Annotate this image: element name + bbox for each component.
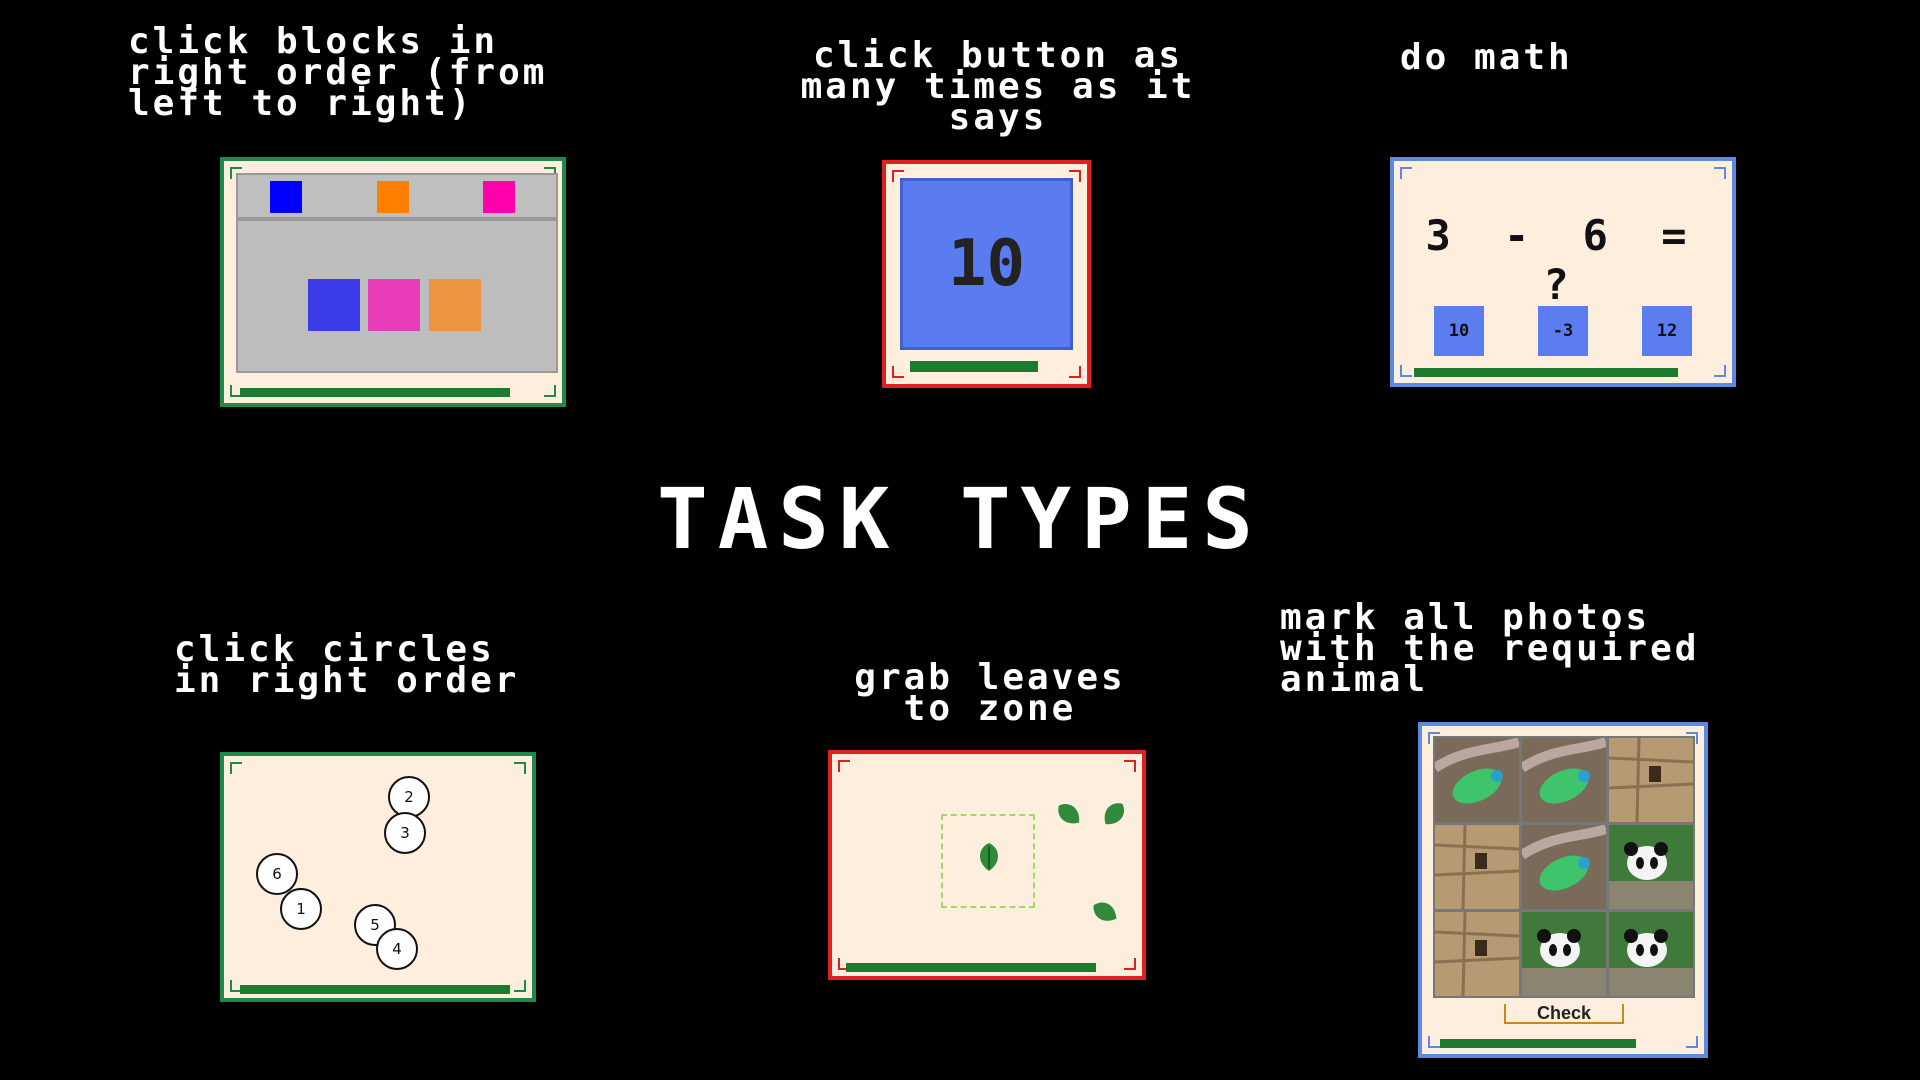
- leaf-icon[interactable]: [1097, 798, 1131, 830]
- counter-button[interactable]: 10: [900, 178, 1073, 350]
- circles-task-card: 2 3 6 1 5 4: [220, 752, 536, 1002]
- photo-tile-wood[interactable]: [1435, 912, 1519, 996]
- page-title: TASK TYPES: [657, 470, 1263, 568]
- math-option-1[interactable]: 10: [1434, 306, 1484, 356]
- caption-mark-photos: mark all photos with the required animal: [1280, 597, 1700, 700]
- clickable-block-1[interactable]: [308, 279, 360, 331]
- leaves-task-card: [828, 750, 1146, 980]
- math-task-card: 3 - 6 = ? 10 -3 12: [1390, 157, 1736, 387]
- caption-click-circles: click circles in right order: [174, 629, 520, 701]
- math-progress-bar: [1414, 368, 1678, 377]
- blocks-progress-bar: [240, 388, 510, 397]
- photo-grid: [1433, 736, 1695, 998]
- math-equation: 3 - 6 = ?: [1425, 211, 1701, 309]
- blocks-task-card: [220, 157, 566, 407]
- photo-tile-bird[interactable]: [1522, 825, 1606, 909]
- leaves-progress-bar: [846, 963, 1096, 972]
- caption-grab-leaves: grab leaves to zone: [854, 657, 1126, 729]
- target-block-3: [483, 181, 515, 213]
- photos-task-card: Check: [1418, 722, 1708, 1058]
- leaf-icon[interactable]: [1052, 798, 1086, 830]
- photo-tile-wood[interactable]: [1609, 738, 1693, 822]
- leaf-icon[interactable]: [972, 840, 1006, 874]
- math-option-3[interactable]: 12: [1642, 306, 1692, 356]
- circles-progress-bar: [240, 985, 510, 994]
- circle-4[interactable]: 4: [376, 928, 418, 970]
- leaf-icon[interactable]: [1088, 896, 1122, 928]
- circle-1[interactable]: 1: [280, 888, 322, 930]
- target-block-1: [270, 181, 302, 213]
- math-option-2[interactable]: -3: [1538, 306, 1588, 356]
- clickable-block-2[interactable]: [368, 279, 420, 331]
- clickable-block-3[interactable]: [429, 279, 481, 331]
- check-button-label: Check: [1536, 1002, 1592, 1023]
- circle-6[interactable]: 6: [256, 853, 298, 895]
- photo-tile-panda[interactable]: [1609, 825, 1693, 909]
- check-button[interactable]: Check: [1504, 1002, 1624, 1024]
- caption-do-math: do math: [1400, 37, 1573, 78]
- target-block-2: [377, 181, 409, 213]
- counter-progress-bar: [910, 361, 1038, 372]
- photo-tile-bird[interactable]: [1435, 738, 1519, 822]
- caption-click-blocks: click blocks in right order (from left t…: [128, 21, 548, 124]
- circle-3[interactable]: 3: [384, 812, 426, 854]
- photo-tile-panda[interactable]: [1522, 912, 1606, 996]
- caption-click-button: click button as many times as it says: [800, 35, 1196, 138]
- counter-button-value: 10: [947, 227, 1026, 301]
- photo-tile-panda[interactable]: [1609, 912, 1693, 996]
- photo-tile-bird[interactable]: [1522, 738, 1606, 822]
- photo-tile-wood[interactable]: [1435, 825, 1519, 909]
- counter-task-card: 10: [882, 160, 1091, 388]
- photos-progress-bar: [1440, 1039, 1636, 1048]
